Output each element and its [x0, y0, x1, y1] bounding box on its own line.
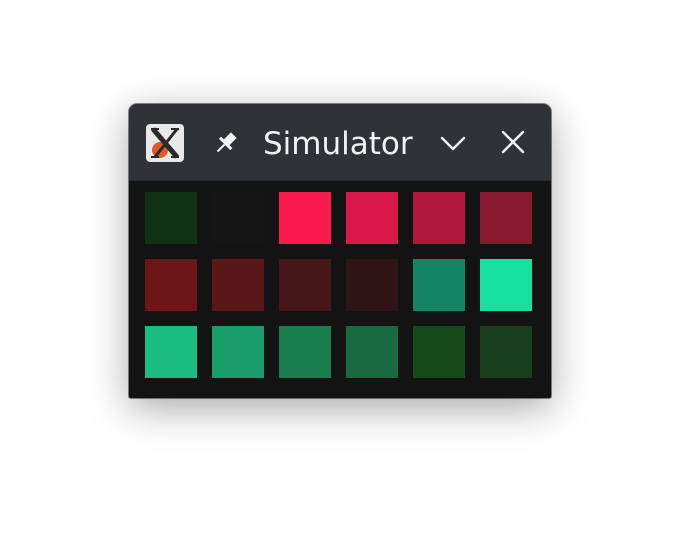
- color-cell[interactable]: [346, 326, 398, 378]
- color-cell[interactable]: [212, 326, 264, 378]
- x-app-icon[interactable]: [146, 124, 184, 162]
- pin-icon[interactable]: [211, 128, 241, 158]
- chevron-down-icon[interactable]: [438, 130, 468, 156]
- title-bar[interactable]: Simulator: [129, 104, 551, 181]
- color-cell[interactable]: [480, 326, 532, 378]
- color-cell[interactable]: [279, 192, 331, 244]
- color-cell[interactable]: [480, 259, 532, 311]
- color-cell[interactable]: [279, 259, 331, 311]
- color-cell[interactable]: [413, 192, 465, 244]
- color-cell[interactable]: [413, 326, 465, 378]
- color-cell[interactable]: [413, 259, 465, 311]
- color-cell[interactable]: [279, 326, 331, 378]
- color-cell[interactable]: [212, 259, 264, 311]
- color-grid: [145, 192, 537, 378]
- color-cell[interactable]: [346, 192, 398, 244]
- color-cell[interactable]: [480, 192, 532, 244]
- color-cell[interactable]: [145, 192, 197, 244]
- color-cell[interactable]: [212, 192, 264, 244]
- simulator-window: Simulator: [129, 104, 551, 398]
- close-icon[interactable]: [498, 127, 528, 157]
- color-cell[interactable]: [145, 259, 197, 311]
- color-cell[interactable]: [346, 259, 398, 311]
- window-title: Simulator: [263, 126, 413, 162]
- color-cell[interactable]: [145, 326, 197, 378]
